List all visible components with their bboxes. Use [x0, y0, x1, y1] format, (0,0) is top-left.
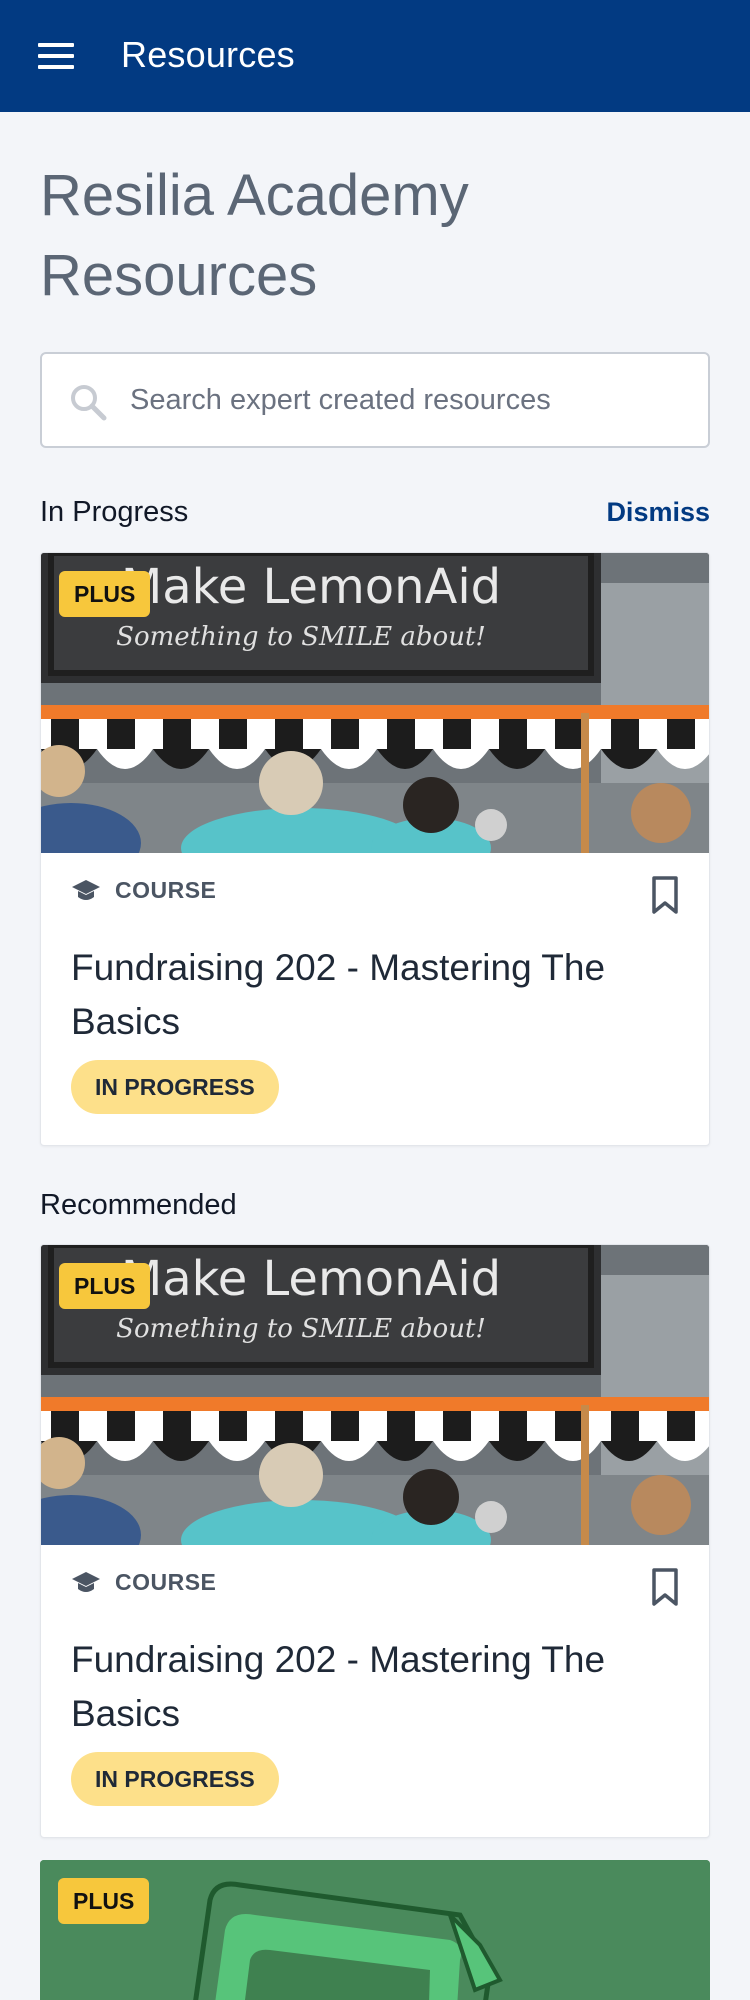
plus-badge: PLUS — [58, 1878, 150, 1924]
resource-type-label: COURSE — [115, 877, 217, 903]
status-badge: IN PROGRESS — [71, 1752, 279, 1806]
resource-card[interactable]: Make LemonAid Something to SMILE about! — [40, 1244, 710, 1838]
card-title[interactable]: Fundraising 202 - Mastering The Basics — [71, 1633, 671, 1741]
image-headline-text: Make LemonAid — [121, 1251, 501, 1307]
plus-badge: PLUS — [59, 571, 151, 617]
resource-card[interactable]: PLUS — [40, 1860, 710, 2000]
resource-type-label: COURSE — [115, 1569, 217, 1595]
resource-card[interactable]: Make LemonAid Something to SMILE about! — [40, 552, 710, 1146]
bookmark-icon[interactable] — [649, 1567, 681, 1607]
image-subline-text: Something to SMILE about! — [116, 622, 486, 652]
image-subline-text: Something to SMILE about! — [116, 1314, 486, 1344]
top-app-bar: Resources — [0, 0, 750, 112]
search-box[interactable] — [40, 352, 710, 448]
section-heading-in-progress: In Progress — [40, 496, 189, 528]
card-thumbnail: Make LemonAid Something to SMILE about! — [41, 1245, 709, 1545]
resource-type: COURSE — [71, 877, 216, 904]
graduation-cap-icon — [72, 879, 100, 900]
page-title: Resilia Academy Resources — [40, 163, 469, 308]
resource-type: COURSE — [71, 1569, 216, 1596]
section-heading-recommended: Recommended — [40, 1189, 237, 1221]
search-input[interactable] — [130, 354, 690, 446]
app-bar-title: Resources — [121, 34, 295, 75]
bookmark-icon[interactable] — [649, 875, 681, 915]
card-body: COURSE Fundraising 202 - Mastering The B… — [41, 853, 709, 1145]
graduation-cap-icon — [72, 1571, 100, 1592]
card-title[interactable]: Fundraising 202 - Mastering The Basics — [71, 941, 671, 1049]
dismiss-link[interactable]: Dismiss — [606, 497, 710, 528]
plus-badge: PLUS — [59, 1263, 151, 1309]
hamburger-menu-icon[interactable] — [38, 43, 74, 69]
image-headline-text: Make LemonAid — [121, 559, 501, 615]
status-badge: IN PROGRESS — [71, 1060, 279, 1114]
search-icon — [71, 385, 107, 421]
card-body: COURSE Fundraising 202 - Mastering The B… — [41, 1545, 709, 1837]
card-thumbnail: Make LemonAid Something to SMILE about! — [41, 553, 709, 853]
